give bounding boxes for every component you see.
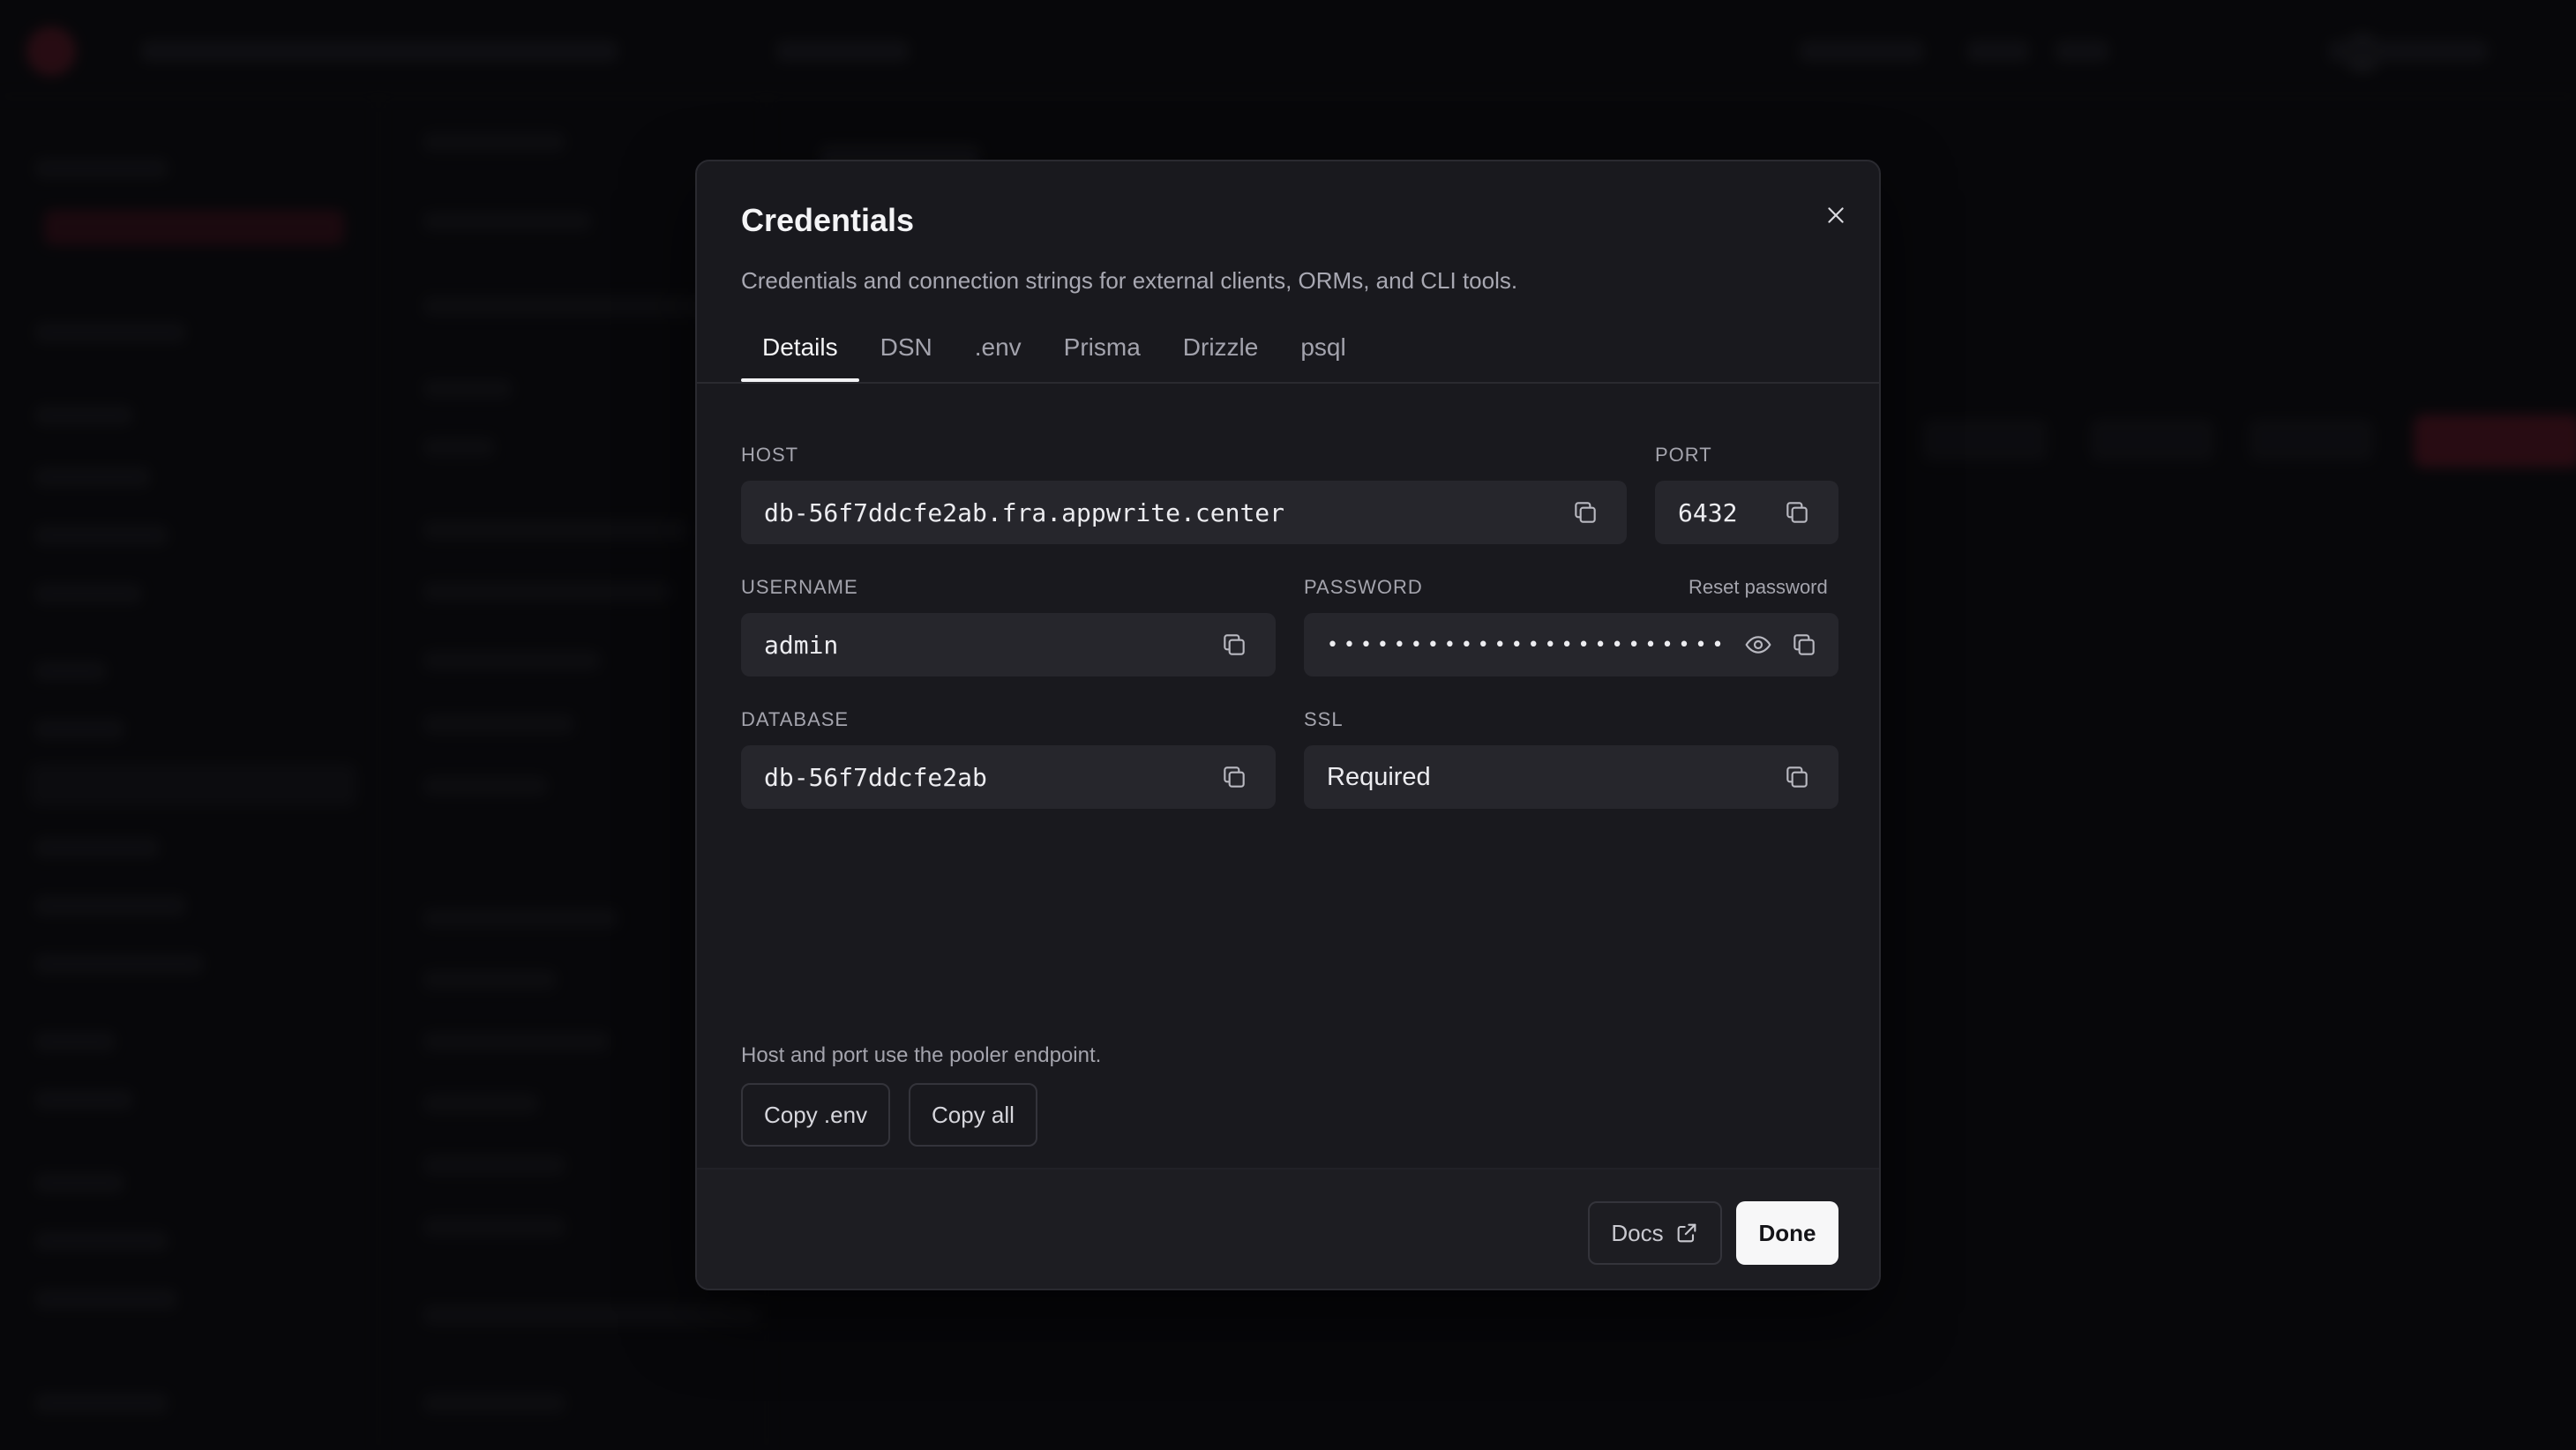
tabs-divider: [697, 382, 1879, 384]
copy-all-button[interactable]: Copy all: [909, 1083, 1037, 1147]
port-label: PORT: [1655, 444, 1712, 466]
copy-ssl-button[interactable]: [1778, 759, 1816, 796]
dialog-title: Credentials: [741, 202, 915, 238]
tab-psql[interactable]: psql: [1279, 327, 1367, 382]
reset-password-link[interactable]: Reset password: [1689, 576, 1828, 599]
tab-drizzle[interactable]: Drizzle: [1162, 327, 1280, 382]
ssl-field[interactable]: Required: [1304, 745, 1838, 809]
tab-dsn[interactable]: DSN: [859, 327, 954, 382]
copy-port-button[interactable]: [1778, 494, 1816, 531]
dialog-footer: Docs Done: [697, 1168, 1879, 1289]
host-value[interactable]: db-56f7ddcfe2ab.fra.appwrite.center: [764, 498, 1558, 527]
close-icon: [1828, 207, 1844, 223]
copy-host-button[interactable]: [1567, 494, 1604, 531]
database-value[interactable]: db-56f7ddcfe2ab: [764, 763, 1207, 792]
host-label: HOST: [741, 444, 799, 466]
password-label: PASSWORD: [1304, 576, 1423, 598]
tab-env[interactable]: .env: [954, 327, 1043, 382]
tab-prisma[interactable]: Prisma: [1043, 327, 1162, 382]
port-value[interactable]: 6432: [1678, 498, 1770, 527]
database-label: DATABASE: [741, 708, 850, 730]
pooler-hint: Host and port use the pooler endpoint.: [741, 1043, 1102, 1067]
copy-env-button[interactable]: Copy .env: [741, 1083, 891, 1147]
done-button[interactable]: Done: [1736, 1201, 1838, 1265]
password-value[interactable]: ••••••••••••••••••••••••: [1327, 634, 1731, 656]
copy-icon: [1786, 766, 1808, 788]
password-field[interactable]: ••••••••••••••••••••••••: [1304, 613, 1838, 676]
dialog-subtitle: Credentials and connection strings for e…: [741, 267, 1518, 294]
credentials-dialog: Credentials Credentials and connection s…: [695, 160, 1881, 1290]
copy-icon: [1224, 634, 1245, 655]
database-field[interactable]: db-56f7ddcfe2ab: [741, 745, 1276, 809]
copy-username-button[interactable]: [1216, 626, 1253, 663]
app-stage: Credentials Credentials and connection s…: [0, 0, 2576, 1450]
copy-icon: [1224, 766, 1245, 788]
close-button[interactable]: [1814, 193, 1858, 237]
copy-password-button[interactable]: [1786, 626, 1823, 663]
ssl-value[interactable]: Required: [1327, 763, 1770, 792]
host-field[interactable]: db-56f7ddcfe2ab.fra.appwrite.center: [741, 481, 1627, 544]
username-label: USERNAME: [741, 576, 858, 598]
username-value[interactable]: admin: [764, 631, 1207, 660]
docs-button[interactable]: Docs: [1588, 1201, 1722, 1265]
username-field[interactable]: admin: [741, 613, 1276, 676]
copy-icon: [1793, 634, 1815, 655]
docs-label: Docs: [1611, 1219, 1664, 1246]
tab-bar: Details DSN .env Prisma Drizzle psql: [741, 327, 1367, 382]
port-field[interactable]: 6432: [1655, 481, 1838, 544]
toggle-password-visibility-button[interactable]: [1740, 626, 1777, 663]
eye-icon: [1745, 636, 1771, 654]
copy-database-button[interactable]: [1216, 759, 1253, 796]
tab-details[interactable]: Details: [741, 327, 859, 382]
copy-icon: [1575, 502, 1596, 523]
ssl-label: SSL: [1304, 708, 1344, 730]
external-link-icon: [1677, 1223, 1696, 1243]
copy-icon: [1786, 502, 1808, 523]
